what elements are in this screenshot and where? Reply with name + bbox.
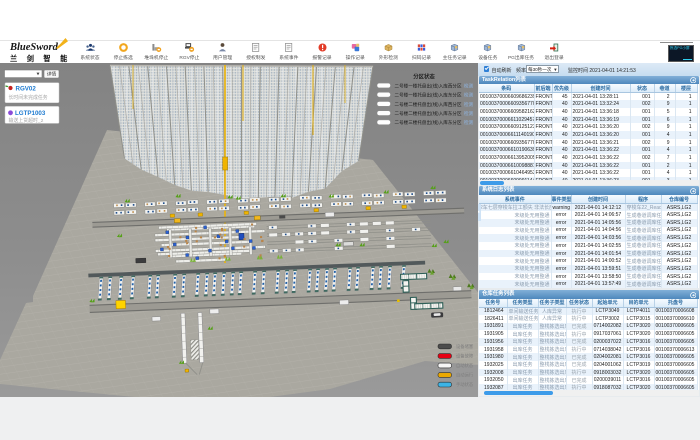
svg-text:检测: 检测: [464, 110, 473, 117]
svg-text:输送上货超时_2: 输送上货超时_2: [9, 117, 44, 124]
svg-text:详情: 详情: [47, 71, 57, 78]
svg-text:分区状态: 分区状态: [413, 73, 435, 81]
svg-text:检测: 检测: [464, 92, 473, 99]
svg-text:二号楼二楼托盘出(线)入库西分区: 二号楼二楼托盘出(线)入库西分区: [395, 101, 463, 108]
svg-text:检测: 检测: [464, 101, 473, 108]
svg-text:检测: 检测: [464, 119, 473, 126]
svg-text:设备故障: 设备故障: [456, 353, 474, 360]
svg-text:LGTP1003: LGTP1003: [15, 110, 46, 117]
svg-text:二号楼一楼托盘出(线)入库西分区: 二号楼一楼托盘出(线)入库西分区: [395, 82, 463, 89]
svg-text:RGV02: RGV02: [16, 85, 37, 92]
svg-text:手动状态: 手动状态: [456, 381, 474, 388]
svg-text:二号楼一楼托盘出(线)入库东分区: 二号楼一楼托盘出(线)入库东分区: [395, 92, 463, 99]
svg-text:长时间未完成任务: 长时间未完成任务: [9, 94, 48, 101]
svg-text:自动运行: 自动运行: [456, 372, 474, 379]
svg-text:检测: 检测: [464, 82, 473, 89]
svg-text:二号楼二楼托盘出(线)入库东分区: 二号楼二楼托盘出(线)入库东分区: [395, 110, 463, 117]
svg-text:二号楼三楼托盘出(线)入库东分区: 二号楼三楼托盘出(线)入库东分区: [395, 119, 463, 126]
svg-text:自动状态: 自动状态: [456, 362, 474, 369]
svg-text:设备堵塞: 设备堵塞: [456, 343, 474, 350]
